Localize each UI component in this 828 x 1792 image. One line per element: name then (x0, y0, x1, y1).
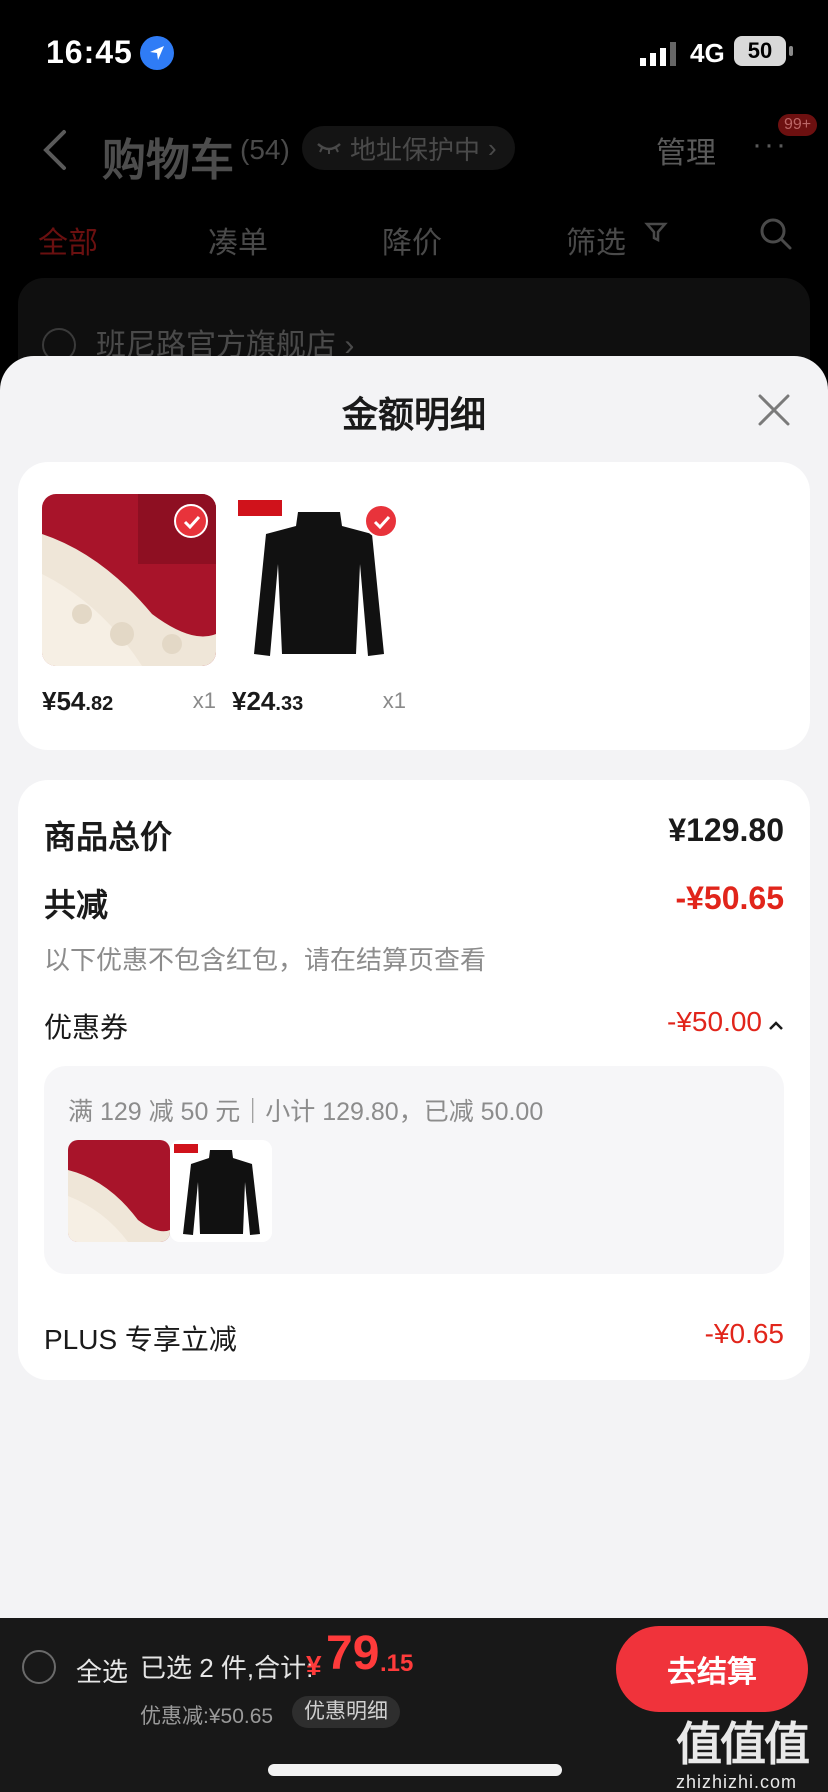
sheet-title: 金额明细 (341, 394, 486, 435)
eye-closed-icon (317, 143, 341, 154)
location-arrow-icon (140, 36, 174, 70)
total-amount-decimal: .15 (380, 1650, 414, 1677)
chevron-right-icon: › (488, 132, 497, 163)
product-qty: x1 (192, 688, 216, 713)
discount-detail-button[interactable]: 优惠明细 (292, 1696, 400, 1728)
cart-header: 购物车 (54) 地址保护中 › 管理 ··· 99+ 全部 凑单 降价 筛选 … (0, 100, 828, 398)
total-amount-integer: 79 (326, 1627, 380, 1680)
product-image (232, 494, 406, 666)
address-protection-pill[interactable]: 地址保护中 › (302, 126, 515, 170)
product-price: ¥54.82 (42, 686, 114, 716)
checkout-bar: 全选 已选 2 件,合计: ¥ 79 .15 优惠减:¥50.65 优惠明细 去… (0, 1618, 828, 1792)
cart-count: (54) (240, 134, 290, 165)
total-currency: ¥ (306, 1650, 322, 1681)
coupon-product-image (170, 1140, 272, 1242)
plus-discount-label: PLUS 专享立减 (44, 1324, 237, 1355)
amount-detail-sheet: 金额明细 ¥54.82 x1 ¥24.33 x1 商品总价 ¥129.80 共减… (0, 356, 828, 1618)
select-all-label[interactable]: 全选 (76, 1652, 128, 1689)
watermark-domain: zhizhizhi.com (676, 1772, 798, 1792)
coupon-product-image (68, 1140, 170, 1242)
home-indicator (268, 1764, 562, 1776)
product-qty: x1 (382, 688, 406, 713)
checked-icon[interactable] (174, 504, 208, 538)
watermark-logo: 值值值 (676, 1718, 810, 1770)
coupon-label: 优惠券 (44, 1012, 129, 1043)
coupon-detail-box: 满 129 减 50 元｜小计 129.80，已减 50.00 (44, 1066, 784, 1274)
product-price: ¥24.33 (232, 686, 304, 716)
manage-button[interactable]: 管理 (656, 128, 716, 172)
selected-count-text: 已选 2 件,合计: (140, 1653, 314, 1683)
total-price-value: ¥129.80 (668, 812, 784, 848)
tab-all[interactable]: 全部 (38, 218, 98, 262)
coupon-description: 满 129 减 50 元｜小计 129.80，已减 50.00 (68, 1098, 544, 1126)
search-icon[interactable] (758, 216, 794, 252)
status-time: 16:45 (46, 34, 133, 70)
chevron-up-icon (768, 1006, 784, 1038)
product-item[interactable]: ¥24.33 x1 (232, 494, 406, 722)
summary-card: 商品总价 ¥129.80 共减 -¥50.65 以下优惠不包含红包，请在结算页查… (18, 780, 810, 1380)
product-price-row: ¥54.82 x1 (42, 682, 216, 722)
checkout-button[interactable]: 去结算 (616, 1626, 808, 1712)
status-bar: 16:45 4G 50 (0, 0, 828, 100)
filter-icon[interactable] (644, 220, 668, 244)
coupon-value[interactable]: -¥50.00 (667, 1006, 784, 1038)
checked-icon[interactable] (364, 504, 398, 538)
back-icon[interactable] (40, 128, 70, 172)
cart-tabs: 全部 凑单 降价 筛选 (0, 210, 828, 270)
address-protection-label: 地址保护中 (350, 134, 481, 165)
site-watermark: 值值值 zhizhizhi.com (676, 1708, 826, 1792)
total-reduction-value: -¥50.65 (675, 880, 784, 916)
products-card: ¥54.82 x1 ¥24.33 x1 (18, 462, 810, 750)
signal-icon (640, 42, 676, 66)
discount-amount-text: 优惠减:¥50.65 (140, 1705, 274, 1728)
battery-icon: 50 (734, 36, 793, 66)
discount-note: 以下优惠不包含红包，请在结算页查看 (44, 945, 487, 975)
close-icon[interactable] (756, 392, 792, 428)
product-price-row: ¥24.33 x1 (232, 682, 406, 722)
network-label: 4G (690, 38, 725, 68)
tab-bundle[interactable]: 凑单 (208, 218, 268, 262)
black-turtleneck-thumb (170, 1140, 272, 1242)
plus-discount-value: -¥0.65 (704, 1318, 784, 1349)
tab-filter[interactable]: 筛选 (566, 218, 626, 262)
product-image (42, 494, 216, 666)
total-reduction-label: 共减 (44, 887, 109, 923)
page-title: 购物车 (102, 136, 234, 185)
tab-price-drop[interactable]: 降价 (382, 218, 442, 262)
notification-badge: 99+ (778, 114, 818, 136)
red-hoodie-thumb (68, 1140, 170, 1242)
total-price-label: 商品总价 (44, 819, 173, 855)
product-item[interactable]: ¥54.82 x1 (42, 494, 216, 722)
select-all-radio[interactable] (22, 1650, 56, 1684)
